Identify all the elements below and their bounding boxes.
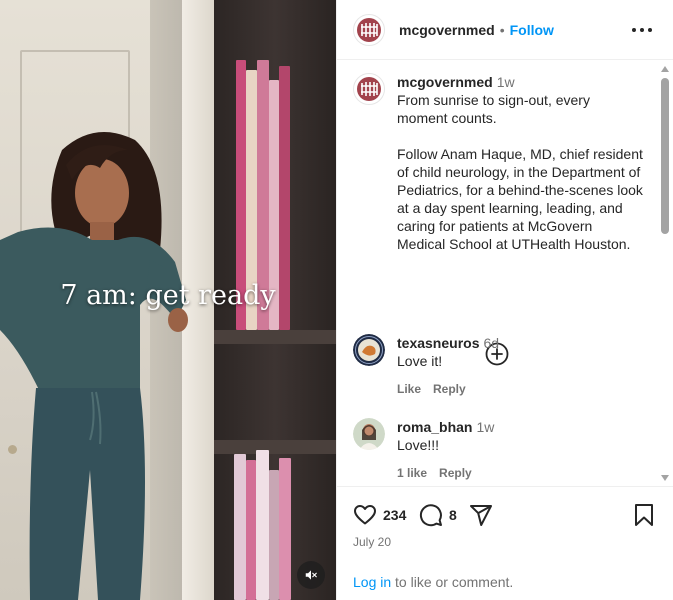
comment-text: Love!!! (397, 437, 440, 453)
comment-reply-button[interactable]: Reply (433, 380, 466, 398)
post-panel: mcgovernmed • Follow mcgovernmed 1w From… (336, 0, 673, 600)
caption-username[interactable]: mcgovernmed (397, 74, 493, 90)
comment-time[interactable]: 6d (483, 335, 499, 351)
comment-like-button[interactable]: Like (397, 380, 421, 398)
commenter-avatar[interactable] (353, 418, 385, 450)
video-player[interactable]: 7 am: get ready (0, 0, 336, 600)
comment-time[interactable]: 1w (476, 419, 494, 435)
follow-button[interactable]: Follow (510, 22, 554, 38)
commenter-avatar[interactable] (353, 334, 385, 366)
save-button[interactable] (633, 501, 655, 529)
comment-likes-count[interactable]: 1 like (397, 464, 427, 482)
scrollbar-thumb[interactable] (661, 78, 669, 234)
comment-item: texasneuros 6d Love it! Like Reply (353, 334, 643, 398)
scroll-down-arrow-icon[interactable] (661, 475, 669, 481)
comments-list[interactable]: mcgovernmed 1w From sunrise to sign-out, … (337, 61, 673, 486)
login-prompt-text: to like or comment. (391, 574, 514, 590)
comment-button[interactable]: 8 (419, 501, 457, 529)
caption-text: From sunrise to sign-out, every moment c… (397, 92, 643, 252)
login-prompt: Log in to like or comment. (353, 574, 513, 590)
mcgovern-logo-icon (357, 17, 381, 42)
comment-item: roma_bhan 1w Love!!! 1 like Reply (353, 418, 643, 482)
header-username[interactable]: mcgovernmed (399, 22, 495, 38)
header-separator: • (499, 21, 505, 38)
login-link[interactable]: Log in (353, 574, 391, 590)
like-button[interactable]: 234 (353, 501, 406, 529)
comment-icon (419, 504, 442, 527)
scroll-up-arrow-icon[interactable] (661, 66, 669, 72)
mcgovern-logo-icon (357, 77, 381, 101)
bookmark-icon (635, 504, 653, 526)
action-bar: 234 8 (353, 501, 659, 529)
comment-text: Love it! (397, 353, 443, 369)
comment-count[interactable]: 8 (449, 507, 457, 523)
heart-icon (354, 505, 376, 525)
post-date[interactable]: July 20 (353, 535, 391, 549)
share-icon (470, 505, 492, 526)
comment-username[interactable]: roma_bhan (397, 419, 472, 435)
comment-reply-button[interactable]: Reply (439, 464, 472, 482)
post-footer: 234 8 July 20 Log in to like or comment. (337, 486, 673, 600)
roma-bhan-avatar-image (353, 418, 385, 450)
post-caption: mcgovernmed 1w From sunrise to sign-out, … (353, 73, 643, 253)
comment-username[interactable]: texasneuros (397, 335, 479, 351)
texasneuros-avatar-image (353, 334, 385, 366)
more-horizontal-icon[interactable] (630, 20, 654, 40)
caption-time[interactable]: 1w (497, 74, 515, 90)
speaker-muted-icon (305, 570, 317, 580)
mute-button[interactable] (297, 561, 325, 589)
mcgovernmed-avatar[interactable] (353, 13, 385, 46)
share-button[interactable] (469, 501, 493, 529)
caption-avatar[interactable] (353, 73, 385, 105)
like-count[interactable]: 234 (383, 507, 406, 523)
post-header: mcgovernmed • Follow (337, 0, 673, 60)
video-caption: 7 am: get ready (60, 280, 276, 311)
